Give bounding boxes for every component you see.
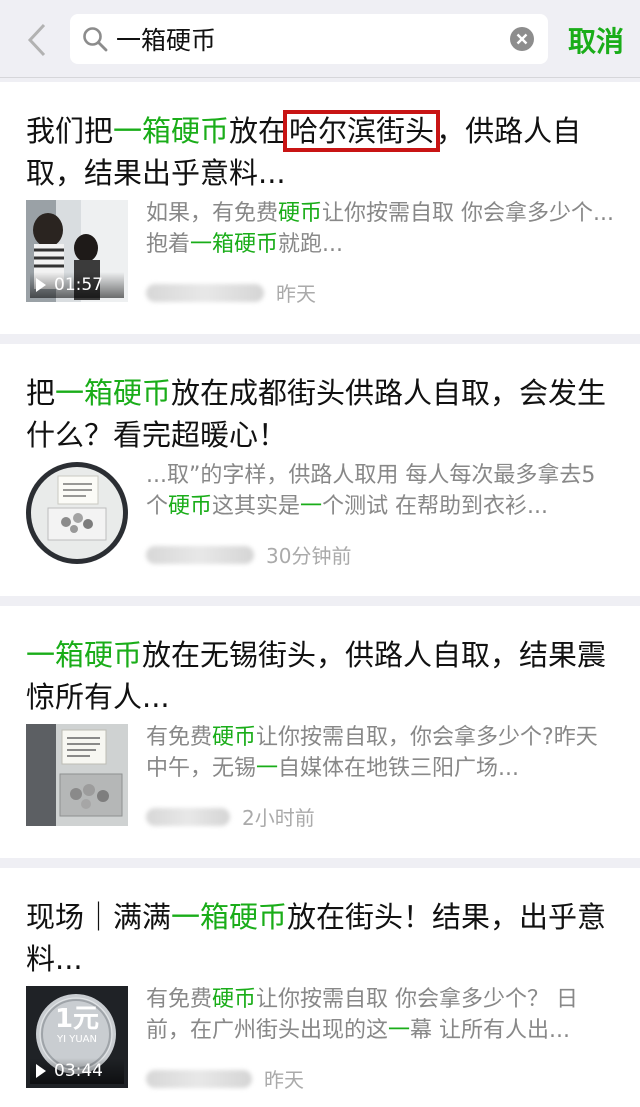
text-segment: 把 <box>26 376 56 410</box>
video-thumbnail[interactable]: 1元 YI YUAN 03:44 <box>26 986 128 1088</box>
highlighted-keyword: 硬币 <box>278 201 323 226</box>
result-snippet: 有免费硬币让你按需自取，你会拿多少个?昨天中午，无锡一自媒体在地铁三阳广场... <box>146 722 616 784</box>
play-icon <box>36 1064 46 1078</box>
result-time: 2小时前 <box>242 806 315 830</box>
search-results-screen: 一箱硬币 取消 我们把一箱硬币放在哈尔滨街头，供路人自取，结果出乎意料... 0… <box>0 0 640 1107</box>
image-thumbnail[interactable] <box>26 724 128 826</box>
search-header: 一箱硬币 取消 <box>0 0 640 78</box>
text-segment: 自媒体在地铁三阳广场... <box>278 756 520 781</box>
text-segment: 如果，有免费 <box>146 201 279 226</box>
result-title[interactable]: 现场｜满满一箱硬币放在街头！结果，出乎意料... <box>26 896 616 980</box>
cancel-button[interactable]: 取消 <box>568 20 624 60</box>
result-time: 昨天 <box>264 1068 304 1092</box>
red-boxed-text: 哈尔滨街头 <box>283 110 441 152</box>
result-meta: 昨天 <box>146 278 316 307</box>
text-segment: 有免费 <box>146 725 213 750</box>
search-result-card[interactable]: 一箱硬币放在无锡街头，供路人自取，结果震惊所有人... 有免费硬币让你按需自取，… <box>0 606 640 858</box>
search-input[interactable]: 一箱硬币 <box>116 21 510 57</box>
result-meta: 2小时前 <box>146 802 315 831</box>
thumbnail-image <box>26 462 128 564</box>
search-result-card[interactable]: 现场｜满满一箱硬币放在街头！结果，出乎意料... 1元 YI YUAN 03:4… <box>0 868 640 1107</box>
duration-text: 01:57 <box>54 275 103 295</box>
highlighted-keyword: 硬币 <box>168 494 213 519</box>
search-icon <box>82 26 108 52</box>
result-snippet: 有免费硬币让你按需自取 你会拿多少个？ 日前，在广州街头出现的这一幕 让所有人出… <box>146 984 616 1046</box>
video-duration: 03:44 <box>30 1058 124 1084</box>
search-result-card[interactable]: 我们把一箱硬币放在哈尔滨街头，供路人自取，结果出乎意料... 01:57 如果，… <box>0 82 640 334</box>
coin-value: 1元 <box>54 1004 100 1034</box>
blurred-source <box>146 807 230 826</box>
result-time: 昨天 <box>276 282 316 306</box>
result-title[interactable]: 我们把一箱硬币放在哈尔滨街头，供路人自取，结果出乎意料... <box>26 110 616 194</box>
highlighted-keyword: 一箱硬币 <box>190 232 279 257</box>
result-title[interactable]: 把一箱硬币放在成都街头供路人自取，会发生什么？看完超暖心！ <box>26 372 616 456</box>
result-title[interactable]: 一箱硬币放在无锡街头，供路人自取，结果震惊所有人... <box>26 634 616 718</box>
text-segment: 个测试 在帮助到衣衫... <box>322 494 549 519</box>
highlighted-keyword: 一箱硬币 <box>26 638 143 672</box>
video-thumbnail[interactable]: 01:57 <box>26 200 128 302</box>
result-snippet: ...取”的字样，供路人取用 每人每次最多拿去5个硬币这其实是一个测试 在帮助到… <box>146 460 616 522</box>
highlighted-keyword: 一 <box>388 1018 411 1043</box>
search-result-card[interactable]: 把一箱硬币放在成都街头供路人自取，会发生什么？看完超暖心！ ...取”的字样，供… <box>0 344 640 596</box>
text-segment: 我们把 <box>26 114 114 148</box>
search-box[interactable]: 一箱硬币 <box>70 14 548 64</box>
clear-icon[interactable] <box>510 27 534 51</box>
coin-subtext: YI YUAN <box>57 1034 97 1045</box>
text-segment: 就跑... <box>278 232 344 257</box>
duration-text: 03:44 <box>54 1061 103 1081</box>
text-segment: 放在 <box>229 114 288 148</box>
text-segment: 幕 让所有人出... <box>410 1018 571 1043</box>
result-meta: 昨天 <box>146 1064 304 1093</box>
text-segment: 有免费 <box>146 987 213 1012</box>
video-duration: 01:57 <box>30 272 124 298</box>
highlighted-keyword: 一箱硬币 <box>171 900 288 934</box>
text-segment: 现场｜满满 <box>26 900 172 934</box>
highlighted-keyword: 一 <box>300 494 323 519</box>
highlighted-keyword: 硬币 <box>212 987 257 1012</box>
result-snippet: 如果，有免费硬币让你按需自取 你会拿多少个...抱着一箱硬币就跑... <box>146 198 616 260</box>
play-icon <box>36 278 46 292</box>
image-thumbnail[interactable] <box>26 462 128 564</box>
highlighted-keyword: 一 <box>256 756 279 781</box>
text-segment: 这其实是 <box>212 494 301 519</box>
blurred-source <box>146 1069 252 1088</box>
highlighted-keyword: 一箱硬币 <box>55 376 172 410</box>
blurred-source <box>146 283 264 302</box>
result-time: 30分钟前 <box>266 544 352 568</box>
blurred-source <box>146 545 254 564</box>
highlighted-keyword: 一箱硬币 <box>113 114 230 148</box>
highlighted-keyword: 硬币 <box>212 725 257 750</box>
chevron-left-icon <box>27 23 46 57</box>
result-meta: 30分钟前 <box>146 540 351 569</box>
coin-label: 1元 YI YUAN <box>26 1004 128 1046</box>
back-button[interactable] <box>22 22 52 58</box>
thumbnail-image <box>26 724 128 826</box>
